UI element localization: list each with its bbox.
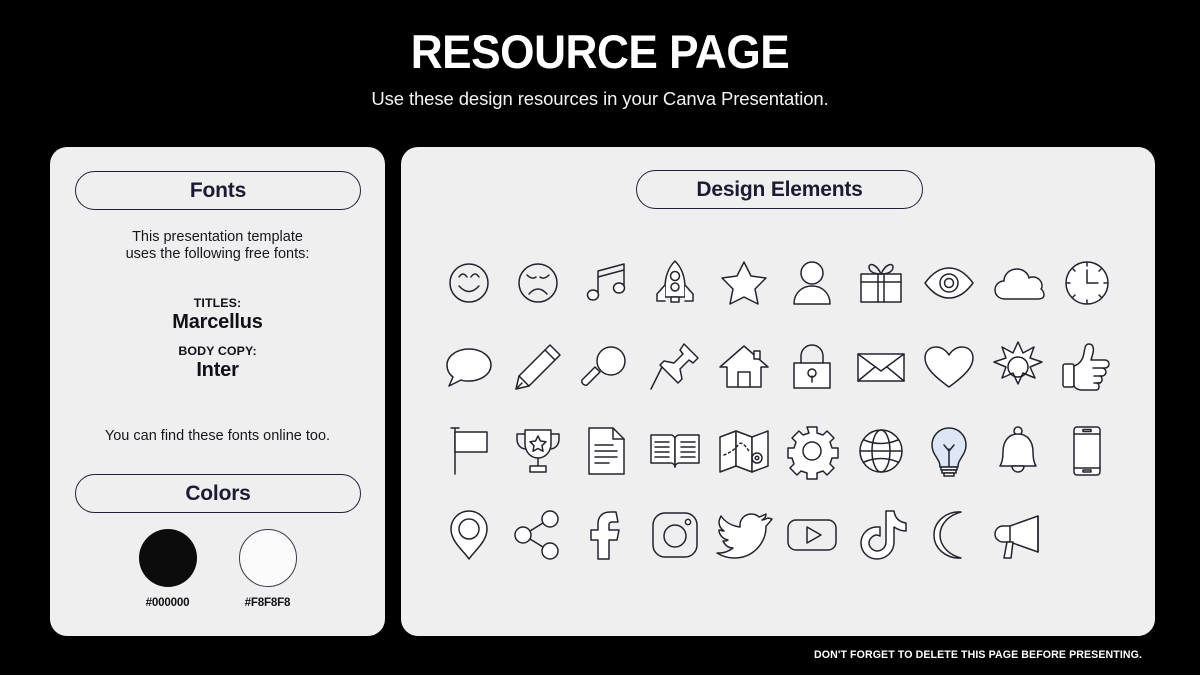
swatch-item[interactable]: #000000 [122, 529, 214, 609]
thumbs-up-icon[interactable] [1056, 336, 1118, 398]
speech-bubble-icon[interactable] [438, 336, 500, 398]
pencil-icon[interactable] [507, 336, 569, 398]
twitter-icon[interactable] [713, 504, 775, 566]
facebook-icon[interactable] [575, 504, 637, 566]
youtube-icon[interactable] [781, 504, 843, 566]
fonts-intro-text: This presentation template uses the foll… [50, 229, 385, 263]
design-elements-card: Design Elements [401, 147, 1155, 636]
phone-icon[interactable] [1056, 420, 1118, 482]
lock-icon[interactable] [781, 336, 843, 398]
off-white-swatch-dot[interactable] [238, 529, 297, 587]
footer-reminder-note: DON'T FORGET TO DELETE THIS PAGE BEFORE … [813, 649, 1142, 661]
gift-icon[interactable] [850, 252, 912, 314]
body-font-block: BODY COPY: Inter [50, 344, 385, 382]
fonts-heading-label: Fonts [189, 178, 247, 202]
location-pin-icon[interactable] [438, 504, 500, 566]
envelope-icon[interactable] [850, 336, 912, 398]
colors-heading-label: Colors [185, 481, 251, 505]
share-icon[interactable] [507, 504, 569, 566]
moon-icon[interactable] [918, 504, 980, 566]
open-book-icon[interactable] [644, 420, 706, 482]
bell-icon[interactable] [987, 420, 1049, 482]
color-swatch-row: #000000 #F8F8F8 [50, 529, 385, 609]
design-elements-heading-label: Design Elements [696, 177, 863, 201]
smiley-face-icon[interactable] [438, 252, 500, 314]
page-title: RESOURCE PAGE [410, 25, 790, 78]
fonts-note-text: You can find these fonts online too. [104, 428, 331, 444]
body-font-label: BODY COPY: [178, 344, 257, 358]
fonts-intro-line-2: uses the following free fonts: [125, 246, 310, 263]
trophy-icon[interactable] [507, 420, 569, 482]
clock-icon[interactable] [1056, 252, 1118, 314]
magnifying-glass-icon[interactable] [575, 336, 637, 398]
colors-heading-pill[interactable]: Colors [75, 474, 361, 513]
pushpin-icon[interactable] [644, 336, 706, 398]
header: RESOURCE PAGE Use these design resources… [0, 25, 1200, 110]
eye-icon[interactable] [918, 252, 980, 314]
flag-icon[interactable] [438, 420, 500, 482]
design-elements-heading-pill[interactable]: Design Elements [636, 170, 923, 209]
star-icon[interactable] [713, 252, 775, 314]
lightbulb-icon[interactable] [918, 420, 980, 482]
instagram-icon[interactable] [644, 504, 706, 566]
tiktok-icon[interactable] [850, 504, 912, 566]
cloud-icon[interactable] [987, 252, 1049, 314]
music-note-icon[interactable] [575, 252, 637, 314]
house-icon[interactable] [713, 336, 775, 398]
page-subtitle: Use these design resources in your Canva… [371, 87, 829, 109]
fonts-heading-pill[interactable]: Fonts [75, 171, 361, 210]
rocket-icon[interactable] [644, 252, 706, 314]
fonts-colors-card: Fonts This presentation template uses th… [50, 147, 385, 636]
megaphone-icon[interactable] [987, 504, 1049, 566]
globe-icon[interactable] [850, 420, 912, 482]
fonts-intro-line-1: This presentation template [132, 229, 303, 245]
icon-grid [435, 241, 1121, 577]
black-swatch-dot[interactable] [138, 529, 197, 587]
titles-font-label: TITLES: [193, 296, 242, 310]
user-icon[interactable] [781, 252, 843, 314]
off-white-swatch-hex: #F8F8F8 [244, 596, 291, 609]
document-icon[interactable] [575, 420, 637, 482]
black-swatch-hex: #000000 [145, 596, 190, 609]
sad-face-icon[interactable] [507, 252, 569, 314]
heart-icon[interactable] [918, 336, 980, 398]
titles-font-block: TITLES: Marcellus [50, 296, 385, 334]
sun-icon[interactable] [987, 336, 1049, 398]
gear-icon[interactable] [781, 420, 843, 482]
body-font-name: Inter [196, 359, 239, 381]
slide-canvas: RESOURCE PAGE Use these design resources… [0, 0, 1200, 675]
titles-font-name: Marcellus [172, 311, 263, 333]
swatch-item[interactable]: #F8F8F8 [222, 529, 314, 609]
map-icon[interactable] [713, 420, 775, 482]
